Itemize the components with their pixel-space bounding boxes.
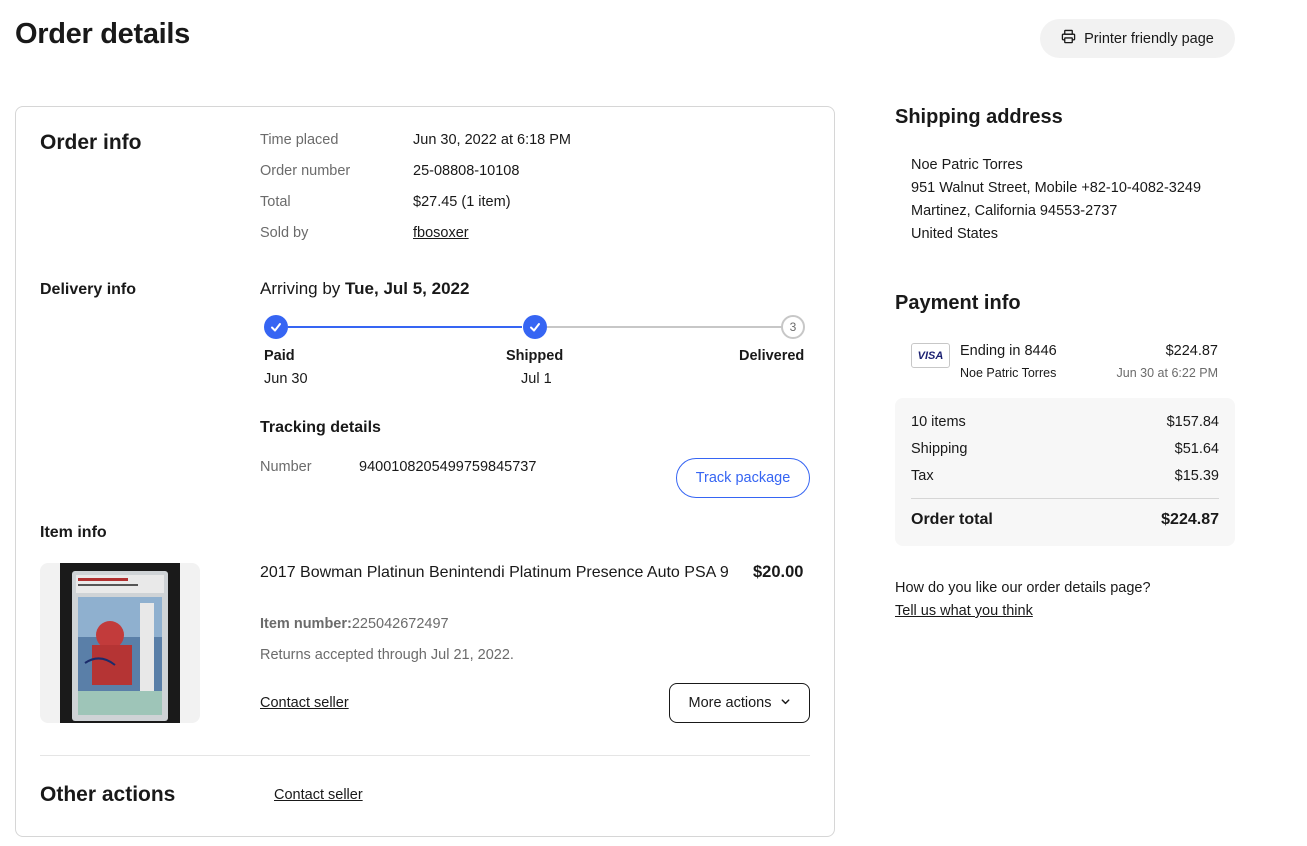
payment-date: Jun 30 at 6:22 PM: [1116, 366, 1218, 380]
item-number-value: 225042672497: [351, 616, 449, 632]
summary-row-tax: Tax $15.39: [911, 468, 1219, 484]
summary-items-value: $157.84: [1166, 414, 1219, 430]
feedback-link[interactable]: Tell us what you think: [895, 603, 1033, 619]
other-actions-heading: Other actions: [40, 783, 176, 806]
tracking-details-heading: Tracking details: [260, 419, 381, 436]
shipping-address-heading: Shipping address: [895, 106, 1063, 128]
item-number-label: Item number:: [260, 616, 352, 632]
step-delivered-label: Delivered: [739, 348, 805, 364]
more-actions-label: More actions: [688, 695, 772, 711]
paid-check-icon: [264, 315, 288, 339]
summary-row-items: 10 items $157.84: [911, 414, 1219, 430]
item-price: $20.00: [753, 563, 804, 581]
summary-total-row: Order total $224.87: [911, 511, 1219, 529]
more-actions-button[interactable]: More actions: [669, 683, 810, 723]
feedback-question: How do you like our order details page?: [895, 580, 1151, 596]
progress-line-shipped-delivered: [547, 326, 782, 328]
arriving-prefix: Arriving by: [260, 279, 346, 298]
order-total-value: $224.87: [1161, 511, 1219, 528]
summary-shipping-label: Shipping: [911, 441, 968, 457]
summary-row-shipping: Shipping $51.64: [911, 441, 1219, 457]
progress-line-paid-shipped: [288, 326, 522, 328]
step-paid-label: Paid: [264, 348, 295, 364]
other-contact-seller-link[interactable]: Contact seller: [274, 787, 363, 803]
item-info-heading: Item info: [40, 524, 107, 541]
card-ending: Ending in 8446: [960, 343, 1057, 359]
chevron-down-icon: [780, 695, 791, 711]
summary-items-label: 10 items: [911, 414, 966, 430]
item-image[interactable]: [40, 563, 200, 723]
tracking-number-value: 9400108205499759845737: [359, 459, 537, 475]
summary-tax-value: $15.39: [1174, 468, 1219, 484]
page-title: Order details: [15, 18, 190, 50]
total-label: Total: [260, 194, 291, 210]
step-shipped-label: Shipped: [506, 348, 564, 364]
shipped-check-icon: [523, 315, 547, 339]
returns-text: Returns accepted through Jul 21, 2022.: [260, 647, 514, 663]
time-placed-value: Jun 30, 2022 at 6:18 PM: [413, 132, 571, 148]
order-number-value: 25-08808-10108: [413, 163, 520, 179]
section-divider: [40, 755, 810, 756]
order-info-heading: Order info: [40, 131, 142, 154]
payment-amount: $224.87: [1165, 343, 1218, 359]
card-holder: Noe Patric Torres: [960, 366, 1057, 380]
item-number-line: Item number:225042672497: [260, 616, 449, 632]
order-summary: 10 items $157.84 Shipping $51.64 Tax $15…: [895, 398, 1235, 546]
item-title[interactable]: 2017 Bowman Platinun Benintendi Platinum…: [260, 563, 730, 583]
payment-info-heading: Payment info: [895, 292, 1021, 314]
ship-street: 951 Walnut Street, Mobile +82-10-4082-32…: [911, 180, 1202, 196]
arriving-by-text: Arriving by Tue, Jul 5, 2022: [260, 279, 469, 299]
ship-country: United States: [911, 226, 999, 242]
summary-tax-label: Tax: [911, 468, 934, 484]
summary-divider: [911, 498, 1219, 499]
order-number-label: Order number: [260, 163, 351, 179]
step-paid-date: Jun 30: [264, 371, 308, 387]
ship-city: Martinez, California 94553-2737: [911, 203, 1118, 219]
printer-friendly-button[interactable]: Printer friendly page: [1040, 19, 1235, 58]
order-total-label: Order total: [911, 511, 993, 528]
arriving-date: Tue, Jul 5, 2022: [345, 279, 470, 298]
track-package-button[interactable]: Track package: [676, 458, 810, 498]
time-placed-label: Time placed: [260, 132, 339, 148]
seller-link[interactable]: fbosoxer: [413, 225, 469, 241]
ship-name: Noe Patric Torres: [911, 157, 1023, 173]
printer-icon: [1061, 29, 1076, 48]
printer-friendly-label: Printer friendly page: [1084, 30, 1214, 47]
summary-shipping-value: $51.64: [1174, 441, 1219, 457]
visa-card-icon: VISA: [911, 343, 950, 368]
total-value: $27.45 (1 item): [413, 194, 511, 210]
delivery-info-heading: Delivery info: [40, 281, 137, 298]
sold-by-label: Sold by: [260, 225, 309, 241]
contact-seller-link[interactable]: Contact seller: [260, 695, 349, 711]
delivered-step-number: 3: [781, 315, 805, 339]
tracking-number-label: Number: [260, 459, 312, 475]
step-shipped-date: Jul 1: [521, 371, 552, 387]
